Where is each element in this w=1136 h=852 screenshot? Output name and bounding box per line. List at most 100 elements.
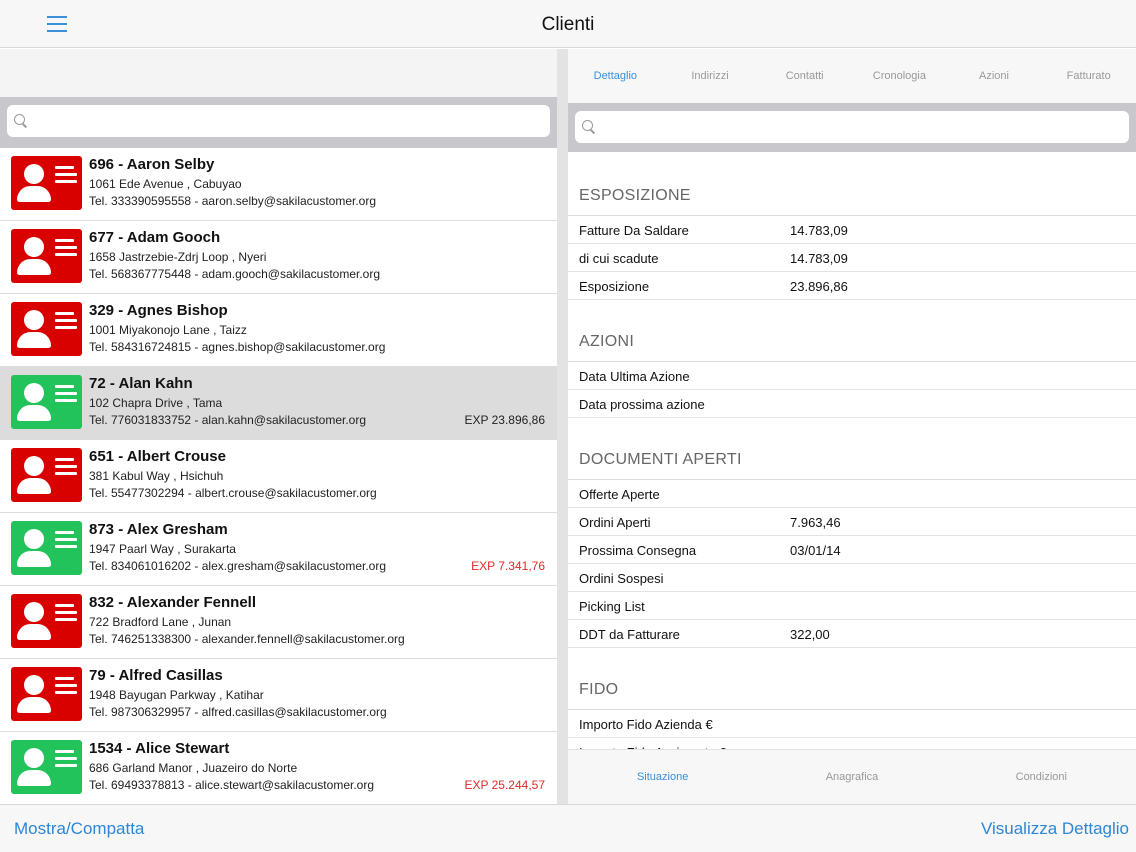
client-row[interactable]: 651 - Albert Crouse 381 Kabul Way , Hsich… [0, 440, 557, 513]
client-row[interactable]: 329 - Agnes Bishop 1001 Miyakonojo Lane ,… [0, 294, 557, 367]
tab-anagrafica[interactable]: Anagrafica [757, 750, 946, 804]
tab-indirizzi[interactable]: Indirizzi [663, 49, 758, 103]
detail-row-value: 322,00 [790, 627, 830, 642]
contact-card-icon [11, 521, 82, 575]
bottom-toolbar: Mostra/Compatta Visualizza Dettaglio [0, 804, 1136, 852]
section-title: ESPOSIZIONE [568, 174, 1136, 216]
client-contact: Tel. 987306329957 - alfred.casillas@saki… [89, 705, 387, 719]
search-icon [14, 114, 27, 127]
client-contact: Tel. 746251338300 - alexander.fennell@sa… [89, 632, 405, 646]
tab-dettaglio[interactable]: Dettaglio [568, 49, 663, 103]
client-name: 677 - Adam Gooch [89, 229, 221, 246]
client-list-pane: 696 - Aaron Selby 1061 Ede Avenue , Cabuy… [0, 49, 557, 804]
client-row[interactable]: 696 - Aaron Selby 1061 Ede Avenue , Cabuy… [0, 148, 557, 221]
navigation-bar: Clienti [0, 0, 1136, 48]
client-name: 696 - Aaron Selby [89, 156, 215, 173]
detail-tabs: Dettaglio Indirizzi Contatti Cronologia Azio… [568, 49, 1136, 103]
client-detail-pane: Dettaglio Indirizzi Contatti Cronologia Azio… [568, 49, 1136, 749]
client-name: 329 - Agnes Bishop [89, 302, 228, 319]
view-detail-button[interactable]: Visualizza Dettaglio [981, 819, 1129, 839]
contact-card-icon [11, 594, 82, 648]
detail-bottom-tabs: Situazione Anagrafica Condizioni [568, 749, 1136, 804]
detail-row: Ordini Aperti 7.963,46 [568, 508, 1136, 536]
tab-fatturato[interactable]: Fatturato [1041, 49, 1136, 103]
tab-azioni[interactable]: Azioni [947, 49, 1042, 103]
detail-row-label: di cui scadute [579, 251, 659, 266]
contact-card-icon [11, 229, 82, 283]
client-address: 1001 Miyakonojo Lane , Taizz [89, 323, 247, 337]
detail-row-value: 14.783,09 [790, 223, 848, 238]
client-contact: Tel. 584316724815 - agnes.bishop@sakilac… [89, 340, 386, 354]
client-row[interactable]: 677 - Adam Gooch 1658 Jastrzebie-Zdrj Loo… [0, 221, 557, 294]
client-contact: Tel. 568367775448 - adam.gooch@sakilacus… [89, 267, 381, 281]
tab-contatti[interactable]: Contatti [757, 49, 852, 103]
client-exposure: EXP 23.896,86 [464, 413, 545, 427]
left-header-spacer [0, 49, 557, 97]
client-search-input[interactable] [33, 105, 544, 137]
detail-row: Fatture Da Saldare 14.783,09 [568, 216, 1136, 244]
client-row[interactable]: 72 - Alan Kahn 102 Chapra Drive , Tama Tel… [0, 367, 557, 440]
client-address: 102 Chapra Drive , Tama [89, 396, 223, 410]
detail-row-label: Picking List [579, 599, 645, 614]
detail-row: Esposizione 23.896,86 [568, 272, 1136, 300]
client-name: 873 - Alex Gresham [89, 521, 228, 538]
client-address: 686 Garland Manor , Juazeiro do Norte [89, 761, 298, 775]
client-list: 696 - Aaron Selby 1061 Ede Avenue , Cabuy… [0, 148, 557, 804]
detail-row-label: Ordini Sospesi [579, 571, 664, 586]
search-icon [582, 120, 595, 133]
tab-situazione[interactable]: Situazione [568, 750, 757, 804]
page-title: Clienti [541, 14, 595, 35]
detail-row-value: 23.896,86 [790, 279, 848, 294]
section-title: FIDO [568, 668, 1136, 710]
client-address: 1947 Paarl Way , Surakarta [89, 542, 236, 556]
client-row[interactable]: 873 - Alex Gresham 1947 Paarl Way , Surak… [0, 513, 557, 586]
contact-card-icon [11, 740, 82, 794]
section-title: DOCUMENTI APERTI [568, 438, 1136, 480]
client-row[interactable]: 832 - Alexander Fennell 722 Bradford Lane… [0, 586, 557, 659]
detail-row-value: 7.963,46 [790, 515, 841, 530]
contact-card-icon [11, 375, 82, 429]
detail-search-bar [568, 103, 1136, 152]
detail-row: Ordini Sospesi [568, 564, 1136, 592]
client-contact: Tel. 333390595558 - aaron.selby@sakilacu… [89, 194, 377, 208]
detail-row-label: Ordini Aperti [579, 515, 651, 530]
detail-row-label: Importo Fido Azienda € [579, 717, 713, 732]
client-name: 1534 - Alice Stewart [89, 740, 230, 757]
client-name: 79 - Alfred Casillas [89, 667, 223, 684]
detail-row: Data prossima azione [568, 390, 1136, 418]
detail-row: di cui scadute 14.783,09 [568, 244, 1136, 272]
client-contact: Tel. 55477302294 - albert.crouse@sakilac… [89, 486, 377, 500]
detail-sections: ESPOSIZIONE Fatture Da Saldare 14.783,09 di… [568, 152, 1136, 749]
client-row[interactable]: 79 - Alfred Casillas 1948 Bayugan Parkway… [0, 659, 557, 732]
contact-card-icon [11, 667, 82, 721]
detail-row-label: Fatture Da Saldare [579, 223, 689, 238]
tab-cronologia[interactable]: Cronologia [852, 49, 947, 103]
section-title: AZIONI [568, 320, 1136, 362]
detail-row-value: 03/01/14 [790, 543, 841, 558]
client-name: 651 - Albert Crouse [89, 448, 226, 465]
client-search-box[interactable] [7, 105, 550, 137]
pane-divider [557, 49, 568, 804]
detail-row: Offerte Aperte [568, 480, 1136, 508]
detail-row-label: DDT da Fatturare [579, 627, 680, 642]
client-row[interactable]: 1534 - Alice Stewart 686 Garland Manor , … [0, 732, 557, 804]
detail-row: Importo Fido Assicurato € [568, 738, 1136, 749]
client-name: 72 - Alan Kahn [89, 375, 193, 392]
detail-row: Importo Fido Azienda € [568, 710, 1136, 738]
detail-row-label: Data prossima azione [579, 397, 705, 412]
client-address: 1061 Ede Avenue , Cabuyao [89, 177, 242, 191]
tab-condizioni[interactable]: Condizioni [947, 750, 1136, 804]
contact-card-icon [11, 448, 82, 502]
detail-row-label: Offerte Aperte [579, 487, 660, 502]
detail-search-input[interactable] [601, 111, 1123, 143]
detail-row: Prossima Consegna 03/01/14 [568, 536, 1136, 564]
detail-row: Data Ultima Azione [568, 362, 1136, 390]
detail-search-box[interactable] [575, 111, 1129, 143]
show-compact-button[interactable]: Mostra/Compatta [14, 819, 144, 839]
client-address: 381 Kabul Way , Hsichuh [89, 469, 224, 483]
client-contact: Tel. 834061016202 - alex.gresham@sakilac… [89, 559, 387, 573]
detail-row-value: 14.783,09 [790, 251, 848, 266]
client-name: 832 - Alexander Fennell [89, 594, 257, 611]
